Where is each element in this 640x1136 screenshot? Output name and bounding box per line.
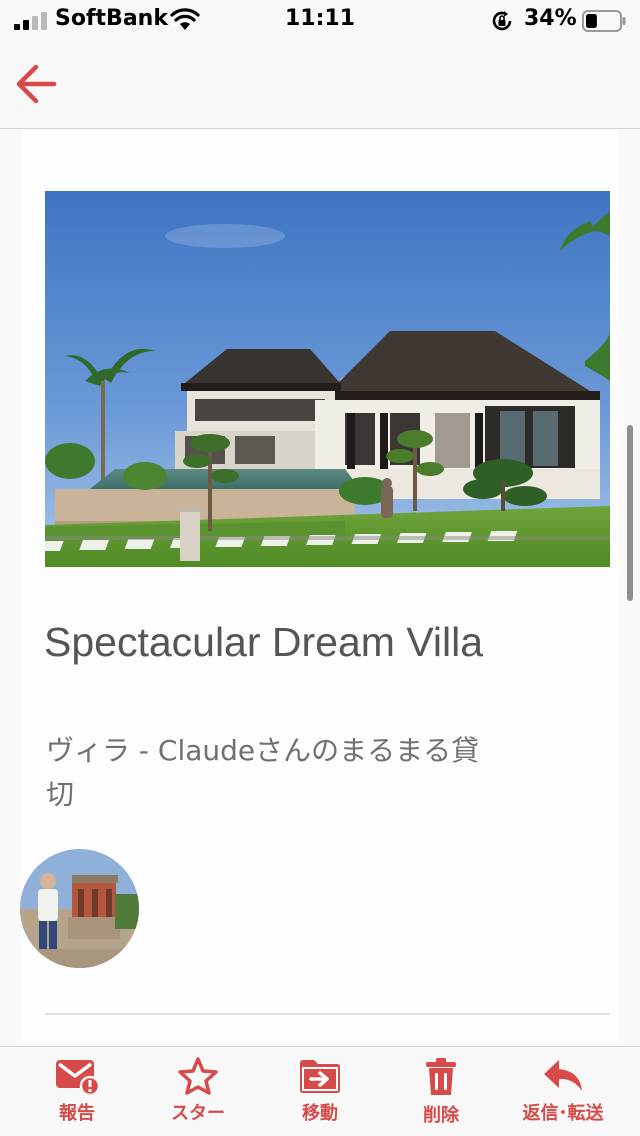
move-label: 移動 (302, 1103, 338, 1124)
report-label: 報告 (59, 1103, 95, 1124)
reply-forward-button[interactable]: 返信･転送 (508, 1057, 618, 1133)
navigation-bar (0, 42, 640, 129)
back-arrow-icon[interactable] (10, 58, 66, 110)
status-bar: SoftBank 11:11 34% (0, 0, 640, 42)
report-mail-icon (56, 1060, 100, 1095)
delete-label: 削除 (423, 1105, 459, 1126)
trash-icon (426, 1058, 456, 1095)
host-avatar[interactable] (20, 849, 139, 968)
report-button[interactable]: 報告 (22, 1057, 132, 1133)
orientation-lock-icon (492, 11, 512, 31)
listing-subtitle: ヴィラ - Claudeさんのまるまる貸切 (46, 734, 480, 811)
message-content: Spectacular Dream Villa ヴィラ - Claudeさんのま… (0, 129, 640, 1046)
move-folder-icon (300, 1060, 340, 1093)
battery-percentage: 34% (524, 6, 577, 31)
villa-photo[interactable] (45, 191, 610, 567)
bottom-toolbar: 報告 スター 移動 削除 返信･転送 (0, 1046, 640, 1136)
star-icon (178, 1057, 218, 1095)
star-button[interactable]: スター (143, 1057, 253, 1133)
email-viewer-screen: SoftBank 11:11 34% Spectacular Dream Vil… (0, 0, 640, 1136)
listing-title: Spectacular Dream Villa (44, 619, 484, 665)
content-divider (45, 1013, 610, 1015)
reply-icon (544, 1060, 582, 1091)
star-label: スター (171, 1103, 225, 1124)
delete-button[interactable]: 削除 (386, 1057, 496, 1133)
reply-forward-label: 返信･転送 (522, 1103, 604, 1124)
battery-icon (582, 10, 626, 32)
scroll-indicator[interactable] (627, 425, 633, 601)
move-button[interactable]: 移動 (265, 1057, 375, 1133)
